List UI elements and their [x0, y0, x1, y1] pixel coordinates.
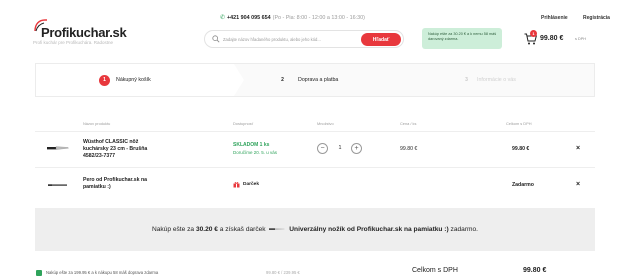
free-shipping-note: Nakúp ešte za 199.95 € a k nákupu 58 máš…	[46, 270, 159, 275]
banner-middle: a získaš darček	[219, 226, 266, 233]
step-label: Nákupný košík	[116, 77, 151, 83]
step-number: 2	[281, 77, 284, 83]
logo-text: Profikuchar.sk	[41, 25, 127, 40]
shipping-progress-text: 99.80 € / 239.95 €	[266, 270, 300, 275]
phone-number[interactable]: +421 904 095 654	[227, 15, 271, 21]
total-label: Celkom s DPH	[412, 267, 458, 274]
column-header-availability: Dostupnosť	[233, 121, 254, 126]
step-label: Informácie o vás	[477, 77, 516, 83]
column-header-total: Celkom s DPH	[506, 121, 532, 126]
gift-knife-icon	[269, 228, 285, 231]
banner-gift-name: Univerzálny nožík od Profikuchar.sk na p…	[289, 226, 449, 233]
step-number: 1	[99, 75, 110, 86]
remove-item-icon[interactable]: ×	[576, 145, 580, 152]
free-shipping-promo: Nakúp ešte za 30.20 € a k nemu 58 máš da…	[422, 28, 502, 49]
column-header-unit-price: Cena / ks	[400, 121, 417, 126]
search-input[interactable]	[223, 34, 363, 45]
promo-text: Nakúp ešte za 30.20 € a k nemu 58 máš da…	[428, 32, 497, 41]
search-bar: Hľadať	[204, 30, 404, 48]
stock-status: SKLADOM 1 ks	[233, 142, 270, 148]
banner-suffix: zadarmo.	[450, 226, 479, 233]
cart-total[interactable]: 99.80 €	[540, 35, 563, 42]
unit-price: 99.80 €	[400, 146, 418, 152]
pen-product-image[interactable]	[47, 181, 69, 189]
gift-icon	[233, 182, 240, 188]
row-total: Zadarmo	[512, 182, 534, 188]
register-link[interactable]: Registrácia	[583, 15, 610, 21]
search-button[interactable]: Hľadať	[361, 33, 401, 46]
remove-item-icon[interactable]: ×	[576, 181, 580, 188]
knife-product-image[interactable]	[47, 144, 69, 152]
quantity-decrease-button[interactable]: −	[317, 143, 328, 154]
quantity-value[interactable]: 1	[334, 145, 346, 151]
checkout-steps: 1 Nákupný košík 2 Doprava a platba 3 Inf…	[35, 63, 595, 97]
step-cart[interactable]: 1 Nákupný košík	[36, 64, 234, 96]
cart-vat-note: s DPH	[575, 37, 586, 41]
search-icon	[212, 35, 220, 43]
login-link[interactable]: Prihlásenie	[541, 15, 568, 21]
product-name[interactable]: Wüsthof CLASSIC nôž kuchársky 23 cm - Br…	[83, 139, 163, 159]
banner-prefix: Nakúp ešte za	[151, 226, 195, 233]
site-header: Profikuchar.sk Profi kuchár pre Profikuc…	[0, 0, 618, 58]
logo-tagline: Profi kuchár pre Profikuchára. Radostne	[33, 40, 114, 45]
column-header-product: Názov produktu	[83, 121, 111, 126]
total-value: 99.80 €	[523, 267, 547, 274]
opening-hours: (Po - Pia: 8:00 - 12:00 a 13:00 - 16:30)	[272, 15, 365, 21]
quantity-increase-button[interactable]: +	[351, 143, 362, 154]
phone-icon: ✆	[220, 15, 226, 21]
divider	[35, 167, 595, 168]
check-icon	[36, 270, 42, 276]
banner-text: Nakúp ešte za 30.20 € a získaš darček Un…	[35, 226, 595, 233]
divider	[35, 131, 595, 132]
step-arrow	[234, 64, 244, 96]
step-label: Doprava a platba	[298, 77, 339, 83]
gift-threshold-banner: Nakúp ešte za 30.20 € a získaš darček Un…	[35, 208, 595, 251]
phone-info: ✆ +421 904 095 654 (Po - Pia: 8:00 - 12:00…	[220, 14, 365, 21]
gift-label: Darček	[243, 182, 260, 187]
product-name[interactable]: Pero od Profikuchar.sk na pamiatku :)	[83, 177, 163, 191]
row-total: 99.80 €	[512, 146, 530, 152]
banner-amount: 30.20 €	[195, 226, 218, 233]
cart-count-badge: 1	[530, 30, 537, 37]
step-number: 3	[465, 77, 468, 83]
delivery-date: Doručíme 20. 5. u vás	[233, 150, 278, 155]
column-header-quantity: Množstvo	[317, 121, 334, 126]
